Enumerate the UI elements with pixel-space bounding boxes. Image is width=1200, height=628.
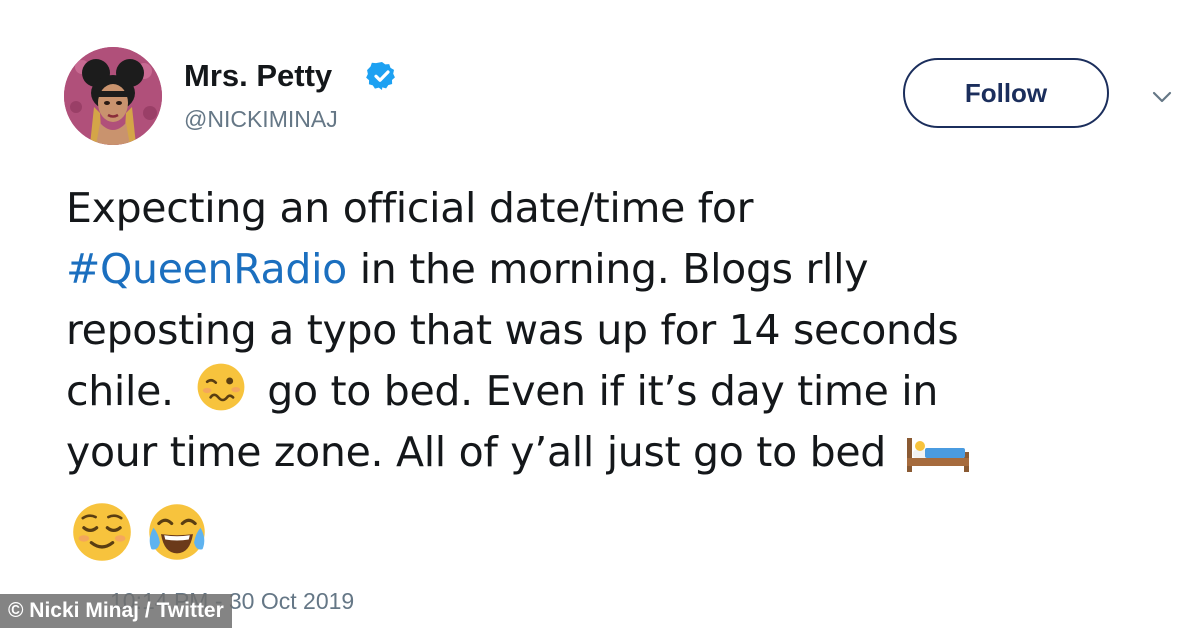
tweet-text-segment: your time zone. All of y’all just go to …: [66, 428, 886, 476]
relieved-face-icon: [73, 503, 131, 561]
follow-button[interactable]: Follow: [903, 58, 1109, 128]
chevron-down-icon[interactable]: [1150, 88, 1174, 106]
tweet-line: #QueenRadio in the morning. Blogs rlly: [66, 239, 1156, 300]
bed-icon: [906, 438, 969, 472]
hashtag-link[interactable]: #QueenRadio: [66, 245, 347, 293]
tweet-line: chile. go to bed. Even if it’s day time …: [66, 361, 1156, 422]
tweet-card: Mrs. Petty @NICKIMINAJ Follow Expecting …: [0, 0, 1200, 628]
tweet-line: your time zone. All of y’all just go to …: [66, 422, 1156, 483]
tweet-text-segment: reposting a typo that was up for 14 seco…: [66, 306, 959, 354]
profile-avatar-icon: [64, 47, 162, 145]
photo-credit: © Nicki Minaj / Twitter: [0, 594, 232, 628]
tweet-text-segment: in the morning. Blogs rlly: [346, 245, 869, 293]
woozy-face-icon: [197, 363, 244, 411]
tears-of-joy-face-icon: [149, 504, 205, 560]
avatar[interactable]: [64, 47, 162, 145]
emoji-row: [70, 500, 215, 564]
verified-badge-icon: [366, 62, 395, 90]
tweet-line: Expecting an official date/time for: [66, 178, 1156, 239]
tweet-text-segment: chile.: [66, 367, 174, 415]
user-handle[interactable]: @NICKIMINAJ: [184, 106, 338, 133]
tweet-line: reposting a typo that was up for 14 seco…: [66, 300, 1156, 361]
tweet-text-segment: Expecting an official date/time for: [66, 184, 754, 232]
display-name[interactable]: Mrs. Petty: [184, 58, 332, 94]
tweet-text-segment: go to bed. Even if it’s day time in: [267, 367, 939, 415]
tweet-text: Expecting an official date/time for #Que…: [66, 178, 1156, 483]
